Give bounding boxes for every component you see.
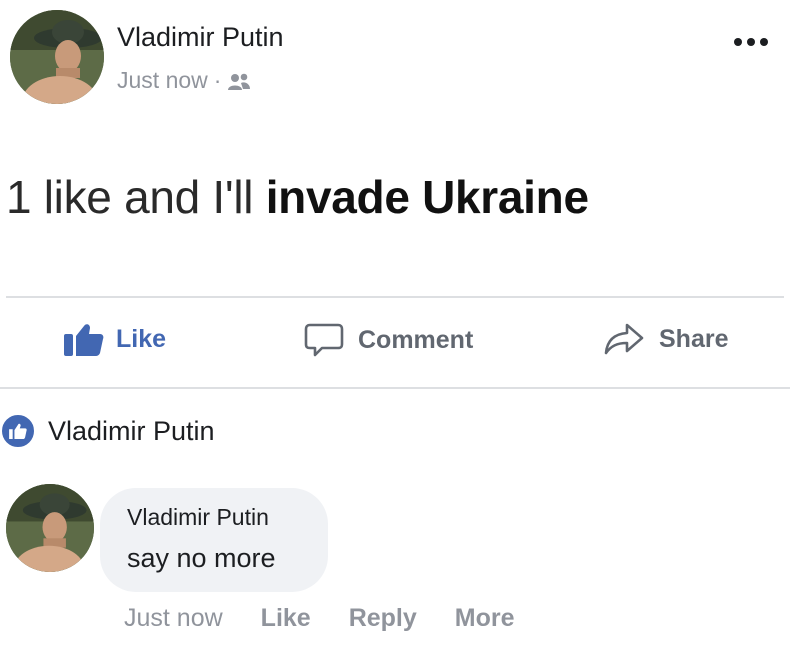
divider [0,387,790,389]
comment-reply-link[interactable]: Reply [349,604,417,633]
reactions-names[interactable]: Vladimir Putin [48,416,215,447]
share-label: Share [659,324,729,353]
comment-timestamp[interactable]: Just now [124,604,223,633]
comment-text: say no more [127,543,276,573]
comment-bubble: Vladimir Putin say no more [100,488,328,592]
post-timestamp[interactable]: Just now [117,67,208,94]
post-text-bold: invade Ukraine [265,171,589,223]
comment-label: Comment [358,325,474,354]
post-text: 1 like and I'll invade Ukraine [6,170,589,224]
avatar-photo [10,10,104,104]
author-name[interactable]: Vladimir Putin [117,22,284,53]
more-options-icon[interactable] [734,38,768,46]
facebook-post: Vladimir Putin Just now · 1 like and I'l… [0,0,790,653]
share-icon [604,323,644,355]
meta-separator: · [213,67,222,93]
comment-icon [304,323,344,357]
comment-button[interactable]: Comment [304,322,473,358]
commenter-avatar[interactable] [6,484,94,572]
thumbs-up-icon [64,324,104,356]
comment-actions: Just now Like Reply More [124,604,515,633]
friends-icon[interactable] [227,71,251,91]
like-button[interactable]: Like [64,322,166,356]
share-button[interactable]: Share [603,322,728,356]
divider [6,296,784,298]
like-label: Like [116,324,167,353]
post-meta: Just now · [117,67,251,94]
comment-author[interactable]: Vladimir Putin [127,504,328,531]
comment-like-link[interactable]: Like [261,604,311,633]
avatar-photo [6,484,94,572]
post-text-light: 1 like and I'll [6,171,254,223]
reactions-summary[interactable]: Vladimir Putin [0,413,215,449]
like-reaction-icon [0,413,36,449]
comment-more-link[interactable]: More [455,604,515,633]
author-avatar[interactable] [10,10,104,104]
